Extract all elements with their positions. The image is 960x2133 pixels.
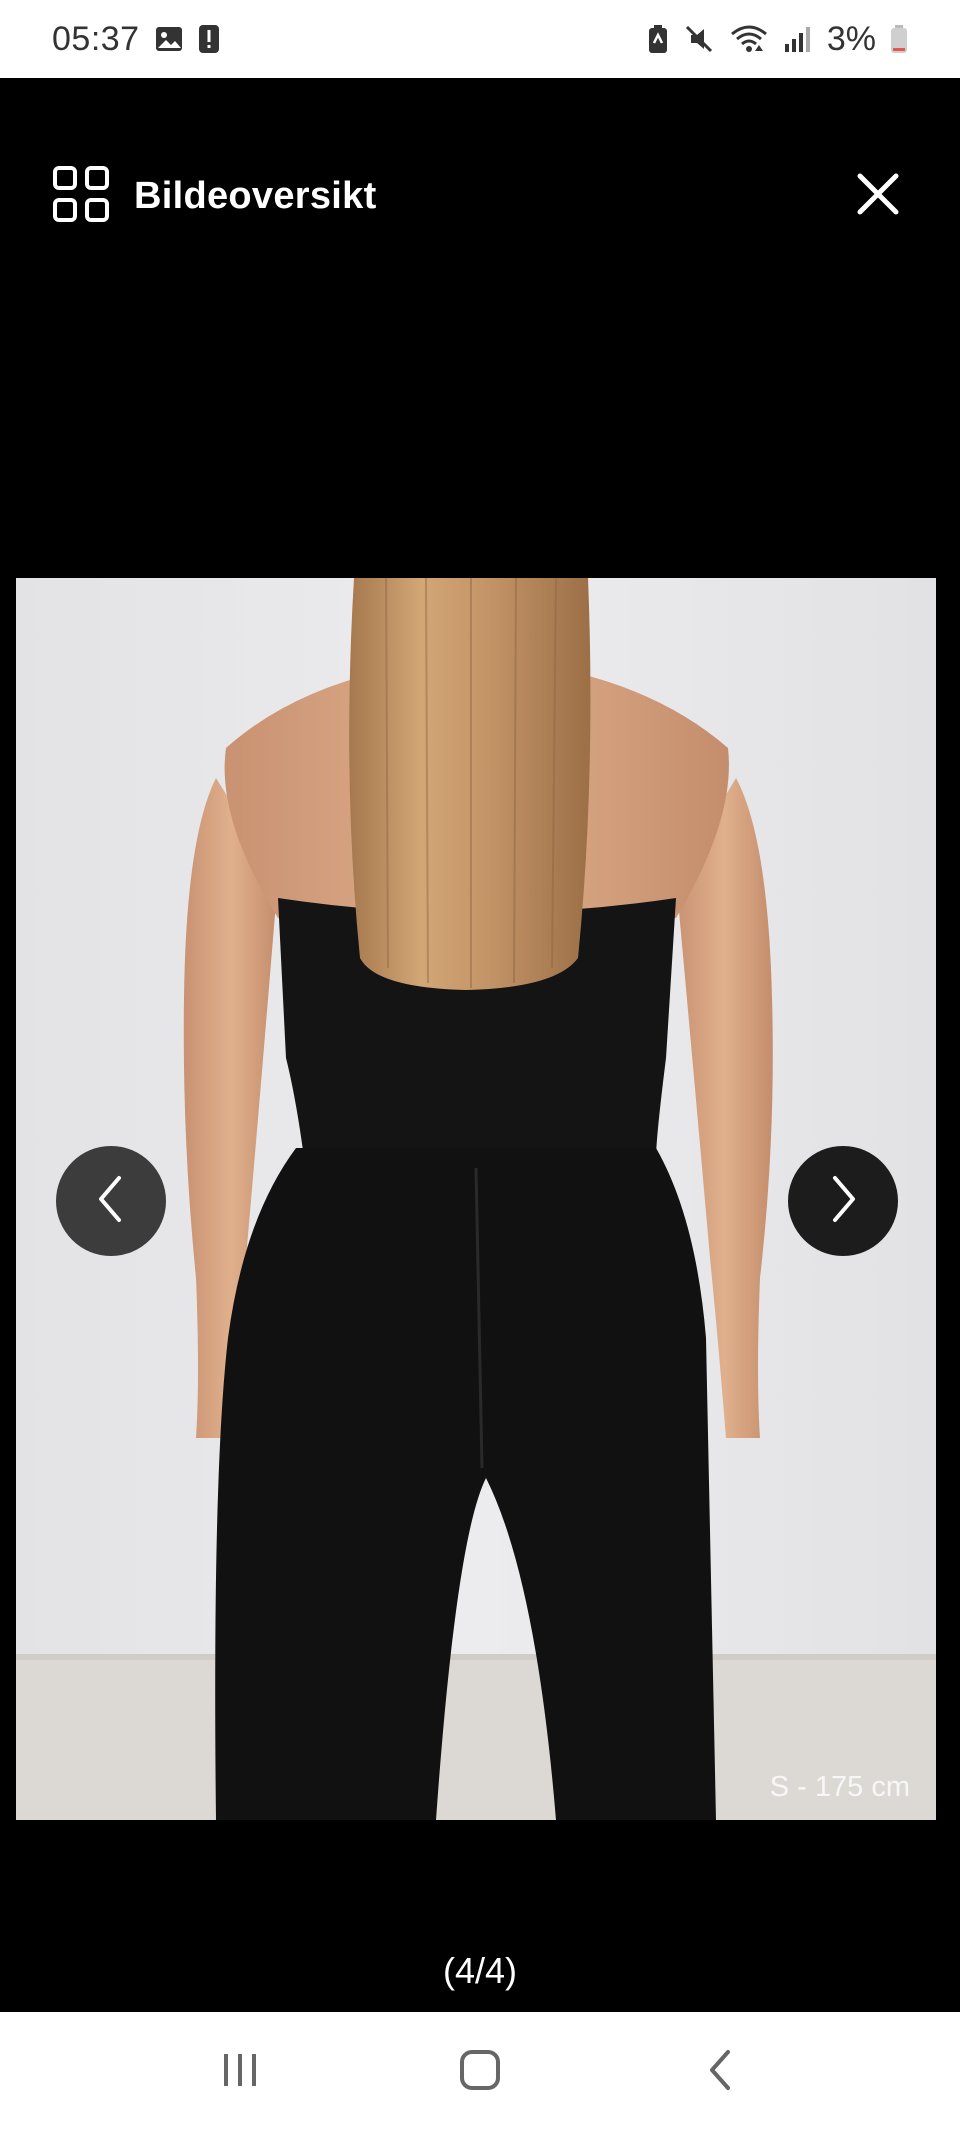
image-overview-label: Bildeoversikt <box>134 174 377 217</box>
close-icon <box>856 172 900 221</box>
wifi-icon <box>729 23 769 55</box>
close-button[interactable] <box>848 166 908 226</box>
next-image-button[interactable] <box>788 1146 898 1256</box>
battery-icon <box>890 24 908 54</box>
image-overview-button[interactable]: Bildeoversikt <box>52 165 377 228</box>
image-counter: (4/4) <box>442 1950 518 1991</box>
recents-button[interactable] <box>190 2023 290 2123</box>
back-button[interactable] <box>670 2023 770 2123</box>
grid-icon <box>52 165 110 228</box>
status-bar: 05:37 3% <box>0 0 960 78</box>
signal-icon <box>783 24 813 54</box>
battery-percentage: 3% <box>826 19 876 58</box>
home-icon <box>458 2048 502 2097</box>
model-size-caption: S - 175 cm <box>769 1771 910 1803</box>
status-time: 05:37 <box>52 19 140 58</box>
home-button[interactable] <box>430 2023 530 2123</box>
status-left: 05:37 <box>52 20 220 59</box>
battery-saver-icon <box>647 24 669 54</box>
image-viewer: Bildeoversikt S - 175 cm (4/4) <box>0 78 960 2012</box>
alert-icon <box>198 24 220 54</box>
mute-icon <box>683 23 715 55</box>
previous-image-button[interactable] <box>56 1146 166 1256</box>
viewer-header: Bildeoversikt <box>0 138 960 254</box>
status-right: 3% <box>647 20 908 59</box>
back-icon <box>698 2048 742 2097</box>
chevron-right-icon <box>823 1174 863 1229</box>
recents-icon <box>218 2048 262 2097</box>
gallery-icon <box>154 24 184 54</box>
chevron-left-icon <box>91 1174 131 1229</box>
android-navigation-bar <box>0 2012 960 2133</box>
